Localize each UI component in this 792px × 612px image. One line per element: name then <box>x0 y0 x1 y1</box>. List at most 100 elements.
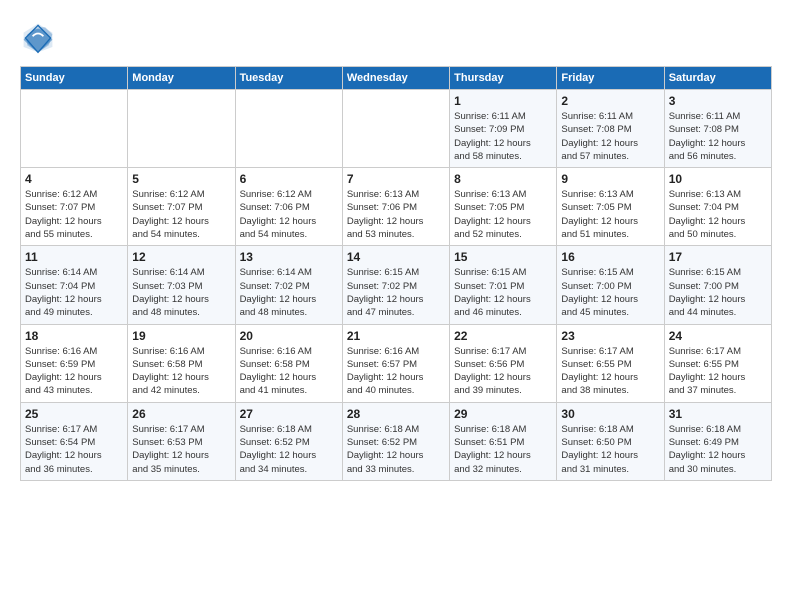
day-number: 10 <box>669 172 767 186</box>
day-info: Sunrise: 6:13 AMSunset: 7:05 PMDaylight:… <box>561 188 659 241</box>
day-number: 26 <box>132 407 230 421</box>
day-number: 13 <box>240 250 338 264</box>
calendar-header-row: SundayMondayTuesdayWednesdayThursdayFrid… <box>21 67 772 90</box>
day-info: Sunrise: 6:17 AMSunset: 6:55 PMDaylight:… <box>669 345 767 398</box>
calendar-cell: 23 Sunrise: 6:17 AMSunset: 6:55 PMDayligh… <box>557 324 664 402</box>
day-info: Sunrise: 6:17 AMSunset: 6:54 PMDaylight:… <box>25 423 123 476</box>
day-info: Sunrise: 6:11 AMSunset: 7:09 PMDaylight:… <box>454 110 552 163</box>
calendar-cell: 6Sunrise: 6:12 AMSunset: 7:06 PMDaylight… <box>235 168 342 246</box>
calendar-cell <box>235 90 342 168</box>
calendar-day-header: Monday <box>128 67 235 90</box>
day-info: Sunrise: 6:15 AMSunset: 7:00 PMDaylight:… <box>561 266 659 319</box>
day-info: Sunrise: 6:15 AMSunset: 7:02 PMDaylight:… <box>347 266 445 319</box>
day-info: Sunrise: 6:16 AMSunset: 6:59 PMDaylight:… <box>25 345 123 398</box>
calendar-day-header: Thursday <box>450 67 557 90</box>
day-info: Sunrise: 6:12 AMSunset: 7:07 PMDaylight:… <box>132 188 230 241</box>
day-info: Sunrise: 6:15 AMSunset: 7:00 PMDaylight:… <box>669 266 767 319</box>
day-info: Sunrise: 6:16 AMSunset: 6:58 PMDaylight:… <box>240 345 338 398</box>
calendar-cell: 9 Sunrise: 6:13 AMSunset: 7:05 PMDaylight… <box>557 168 664 246</box>
logo-icon <box>20 20 56 56</box>
day-number: 27 <box>240 407 338 421</box>
day-info: Sunrise: 6:12 AMSunset: 7:07 PMDaylight:… <box>25 188 123 241</box>
day-number: 31 <box>669 407 767 421</box>
calendar-cell: 31 Sunrise: 6:18 AMSunset: 6:49 PMDayligh… <box>664 402 771 480</box>
day-info: Sunrise: 6:13 AMSunset: 7:06 PMDaylight:… <box>347 188 445 241</box>
day-number: 2 <box>561 94 659 108</box>
calendar-day-header: Sunday <box>21 67 128 90</box>
calendar-cell: 20 Sunrise: 6:16 AMSunset: 6:58 PMDayligh… <box>235 324 342 402</box>
calendar-cell: 26 Sunrise: 6:17 AMSunset: 6:53 PMDayligh… <box>128 402 235 480</box>
calendar-cell: 19 Sunrise: 6:16 AMSunset: 6:58 PMDayligh… <box>128 324 235 402</box>
calendar-cell: 16 Sunrise: 6:15 AMSunset: 7:00 PMDayligh… <box>557 246 664 324</box>
day-info: Sunrise: 6:17 AMSunset: 6:53 PMDaylight:… <box>132 423 230 476</box>
calendar-cell: 21 Sunrise: 6:16 AMSunset: 6:57 PMDayligh… <box>342 324 449 402</box>
calendar-cell: 30 Sunrise: 6:18 AMSunset: 6:50 PMDayligh… <box>557 402 664 480</box>
calendar-cell <box>342 90 449 168</box>
day-number: 9 <box>561 172 659 186</box>
calendar-cell: 18 Sunrise: 6:16 AMSunset: 6:59 PMDayligh… <box>21 324 128 402</box>
day-info: Sunrise: 6:18 AMSunset: 6:51 PMDaylight:… <box>454 423 552 476</box>
day-info: Sunrise: 6:11 AMSunset: 7:08 PMDaylight:… <box>669 110 767 163</box>
calendar-cell: 4 Sunrise: 6:12 AMSunset: 7:07 PMDaylight… <box>21 168 128 246</box>
calendar-cell: 11Sunrise: 6:14 AMSunset: 7:04 PMDayligh… <box>21 246 128 324</box>
calendar-week-row: 1 Sunrise: 6:11 AMSunset: 7:09 PMDaylight… <box>21 90 772 168</box>
day-number: 16 <box>561 250 659 264</box>
day-info: Sunrise: 6:18 AMSunset: 6:52 PMDaylight:… <box>240 423 338 476</box>
calendar-week-row: 11Sunrise: 6:14 AMSunset: 7:04 PMDayligh… <box>21 246 772 324</box>
day-number: 28 <box>347 407 445 421</box>
day-info: Sunrise: 6:16 AMSunset: 6:58 PMDaylight:… <box>132 345 230 398</box>
day-number: 29 <box>454 407 552 421</box>
calendar-cell <box>21 90 128 168</box>
day-number: 1 <box>454 94 552 108</box>
calendar-cell: 28 Sunrise: 6:18 AMSunset: 6:52 PMDayligh… <box>342 402 449 480</box>
calendar-week-row: 4 Sunrise: 6:12 AMSunset: 7:07 PMDaylight… <box>21 168 772 246</box>
day-number: 4 <box>25 172 123 186</box>
day-number: 24 <box>669 329 767 343</box>
day-number: 17 <box>669 250 767 264</box>
day-info: Sunrise: 6:14 AMSunset: 7:02 PMDaylight:… <box>240 266 338 319</box>
calendar-day-header: Saturday <box>664 67 771 90</box>
day-info: Sunrise: 6:17 AMSunset: 6:55 PMDaylight:… <box>561 345 659 398</box>
day-number: 25 <box>25 407 123 421</box>
day-number: 15 <box>454 250 552 264</box>
calendar-cell: 22 Sunrise: 6:17 AMSunset: 6:56 PMDayligh… <box>450 324 557 402</box>
day-number: 8 <box>454 172 552 186</box>
calendar-day-header: Wednesday <box>342 67 449 90</box>
day-number: 5 <box>132 172 230 186</box>
day-info: Sunrise: 6:13 AMSunset: 7:05 PMDaylight:… <box>454 188 552 241</box>
calendar-week-row: 25 Sunrise: 6:17 AMSunset: 6:54 PMDayligh… <box>21 402 772 480</box>
day-number: 22 <box>454 329 552 343</box>
calendar-cell: 8 Sunrise: 6:13 AMSunset: 7:05 PMDaylight… <box>450 168 557 246</box>
calendar-cell: 7Sunrise: 6:13 AMSunset: 7:06 PMDaylight… <box>342 168 449 246</box>
day-info: Sunrise: 6:18 AMSunset: 6:50 PMDaylight:… <box>561 423 659 476</box>
calendar-cell: 2Sunrise: 6:11 AMSunset: 7:08 PMDaylight… <box>557 90 664 168</box>
day-number: 23 <box>561 329 659 343</box>
day-info: Sunrise: 6:15 AMSunset: 7:01 PMDaylight:… <box>454 266 552 319</box>
calendar-day-header: Tuesday <box>235 67 342 90</box>
calendar-cell <box>128 90 235 168</box>
day-info: Sunrise: 6:17 AMSunset: 6:56 PMDaylight:… <box>454 345 552 398</box>
day-number: 18 <box>25 329 123 343</box>
day-number: 20 <box>240 329 338 343</box>
calendar-cell: 12Sunrise: 6:14 AMSunset: 7:03 PMDayligh… <box>128 246 235 324</box>
calendar-cell: 15 Sunrise: 6:15 AMSunset: 7:01 PMDayligh… <box>450 246 557 324</box>
calendar-cell: 29 Sunrise: 6:18 AMSunset: 6:51 PMDayligh… <box>450 402 557 480</box>
day-info: Sunrise: 6:18 AMSunset: 6:52 PMDaylight:… <box>347 423 445 476</box>
calendar-cell: 25 Sunrise: 6:17 AMSunset: 6:54 PMDayligh… <box>21 402 128 480</box>
day-number: 11 <box>25 250 123 264</box>
day-number: 19 <box>132 329 230 343</box>
calendar-cell: 3 Sunrise: 6:11 AMSunset: 7:08 PMDaylight… <box>664 90 771 168</box>
day-info: Sunrise: 6:18 AMSunset: 6:49 PMDaylight:… <box>669 423 767 476</box>
calendar-cell: 24 Sunrise: 6:17 AMSunset: 6:55 PMDayligh… <box>664 324 771 402</box>
page-header <box>20 20 772 56</box>
day-info: Sunrise: 6:12 AMSunset: 7:06 PMDaylight:… <box>240 188 338 241</box>
day-number: 30 <box>561 407 659 421</box>
day-info: Sunrise: 6:16 AMSunset: 6:57 PMDaylight:… <box>347 345 445 398</box>
calendar-table: SundayMondayTuesdayWednesdayThursdayFrid… <box>20 66 772 481</box>
calendar-week-row: 18 Sunrise: 6:16 AMSunset: 6:59 PMDayligh… <box>21 324 772 402</box>
day-number: 21 <box>347 329 445 343</box>
day-number: 14 <box>347 250 445 264</box>
calendar-cell: 1 Sunrise: 6:11 AMSunset: 7:09 PMDaylight… <box>450 90 557 168</box>
calendar-cell: 27 Sunrise: 6:18 AMSunset: 6:52 PMDayligh… <box>235 402 342 480</box>
day-number: 3 <box>669 94 767 108</box>
